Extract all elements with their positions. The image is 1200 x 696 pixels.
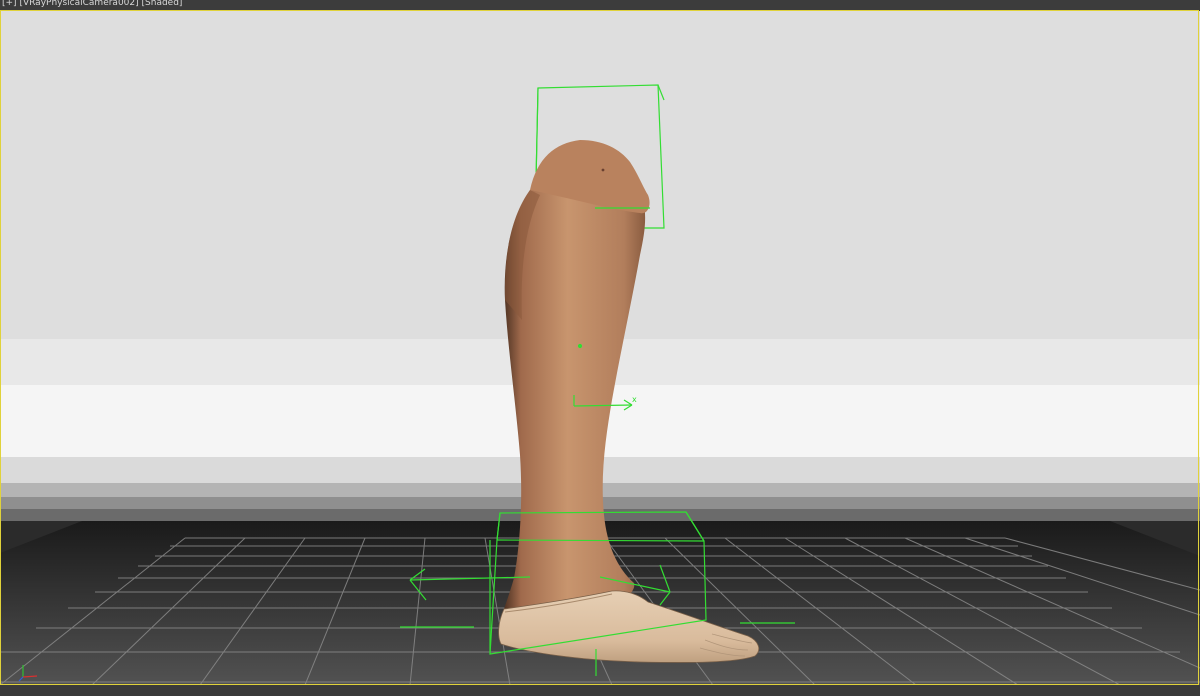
viewport-camera-label[interactable]: [VRayPhysicalCamera002] — [19, 0, 138, 8]
scene-canvas[interactable]: x — [0, 11, 1200, 685]
viewport-perspective[interactable]: [+] [VRayPhysicalCamera002] [Shaded] x — [0, 0, 1200, 696]
viewport-label-bar: [+] [VRayPhysicalCamera002] [Shaded] — [0, 0, 1200, 11]
viewport-menu-button[interactable]: [+] — [2, 0, 17, 8]
viewport-label: [+] [VRayPhysicalCamera002] [Shaded] — [2, 0, 182, 8]
bottom-strip — [0, 685, 1200, 696]
viewport-shading-label[interactable]: [Shaded] — [142, 0, 183, 8]
gizmo-axis-label: x — [632, 395, 637, 404]
knee-marker — [601, 168, 605, 172]
